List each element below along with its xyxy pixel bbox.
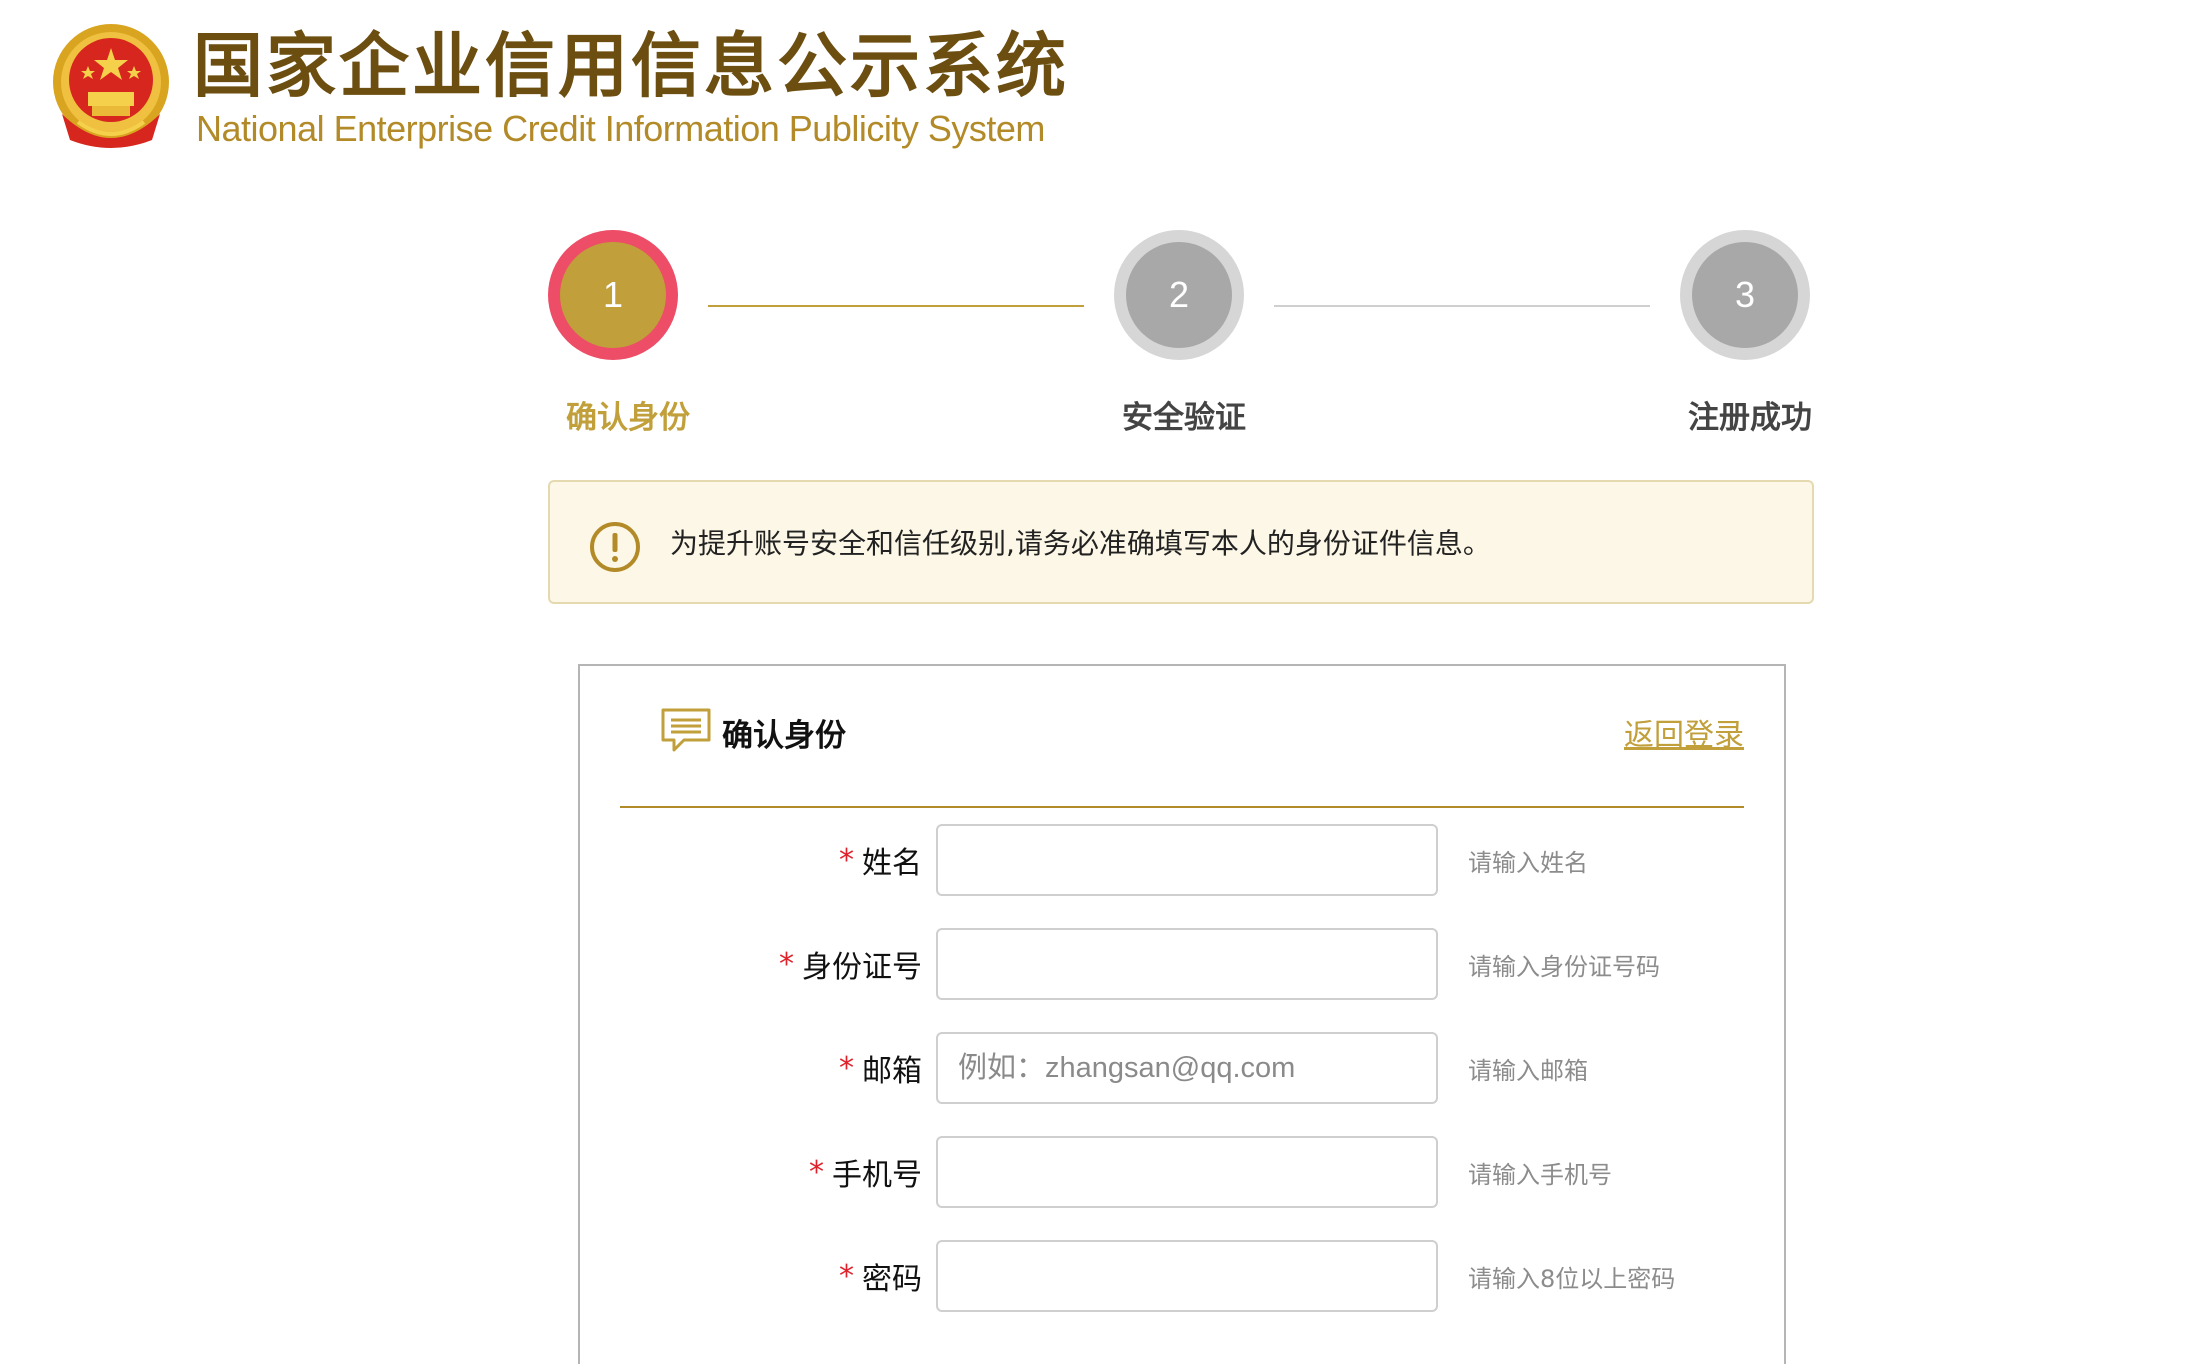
step-1-number: 1	[560, 242, 666, 348]
exclamation-circle-icon	[590, 522, 640, 572]
field-label: * 邮箱	[839, 1032, 922, 1104]
password-hint: 请输入8位以上密码	[1468, 1264, 1676, 1293]
required-mark: *	[839, 1050, 854, 1086]
email-label: 邮箱	[862, 1054, 922, 1089]
password-label: 密码	[862, 1262, 922, 1297]
phone-label: 手机号	[832, 1158, 922, 1193]
email-hint: 请输入邮箱	[1468, 1056, 1588, 1085]
identity-form-card: 确认身份 返回登录 * 姓名 请输入姓名 * 身份证号 请输入身份证号码 * 邮…	[578, 664, 1786, 1364]
step-3-circle: 3	[1680, 230, 1810, 360]
notice-text: 为提升账号安全和信任级别,请务必准确填写本人的身份证件信息。	[670, 527, 1491, 560]
back-to-login-link[interactable]: 返回登录	[1624, 710, 1744, 754]
national-emblem-icon	[48, 22, 174, 152]
form-row-id-number: * 身份证号 请输入身份证号码	[580, 928, 1788, 1000]
step-2-label: 安全验证	[1122, 400, 1246, 436]
form-row-name: * 姓名 请输入姓名	[580, 824, 1788, 896]
step-connector-2	[1274, 305, 1650, 307]
identity-notice: 为提升账号安全和信任级别,请务必准确填写本人的身份证件信息。	[548, 480, 1814, 604]
field-label: * 身份证号	[779, 928, 922, 1000]
step-3-number: 3	[1692, 242, 1798, 348]
form-title: 确认身份	[722, 718, 846, 754]
field-label: * 姓名	[839, 824, 922, 896]
site-title-cn: 国家企业信用信息公示系统	[193, 25, 1069, 107]
phone-hint: 请输入手机号	[1468, 1160, 1612, 1189]
password-input[interactable]	[936, 1240, 1438, 1312]
step-2-circle: 2	[1114, 230, 1244, 360]
site-title-en: National Enterprise Credit Information P…	[196, 108, 1045, 149]
phone-input[interactable]	[936, 1136, 1438, 1208]
name-label: 姓名	[862, 846, 922, 881]
form-row-phone: * 手机号 请输入手机号	[580, 1136, 1788, 1208]
email-input[interactable]	[936, 1032, 1438, 1104]
name-input[interactable]	[936, 824, 1438, 896]
id-number-label: 身份证号	[802, 950, 922, 985]
required-mark: *	[839, 842, 854, 878]
required-mark: *	[839, 1258, 854, 1294]
step-3-label: 注册成功	[1688, 400, 1812, 436]
divider	[620, 806, 1744, 808]
step-1-label: 确认身份	[566, 400, 690, 436]
form-row-email: * 邮箱 请输入邮箱	[580, 1032, 1788, 1104]
id-number-input[interactable]	[936, 928, 1438, 1000]
name-hint: 请输入姓名	[1468, 848, 1588, 877]
step-connector-1	[708, 305, 1084, 307]
required-mark: *	[779, 946, 794, 982]
step-2-number: 2	[1126, 242, 1232, 348]
message-lines-icon	[661, 708, 711, 752]
required-mark: *	[809, 1154, 824, 1190]
form-row-password: * 密码 请输入8位以上密码	[580, 1240, 1788, 1312]
step-1-circle: 1	[548, 230, 678, 360]
field-label: * 手机号	[809, 1136, 922, 1208]
field-label: * 密码	[839, 1240, 922, 1312]
id-number-hint: 请输入身份证号码	[1468, 952, 1660, 981]
